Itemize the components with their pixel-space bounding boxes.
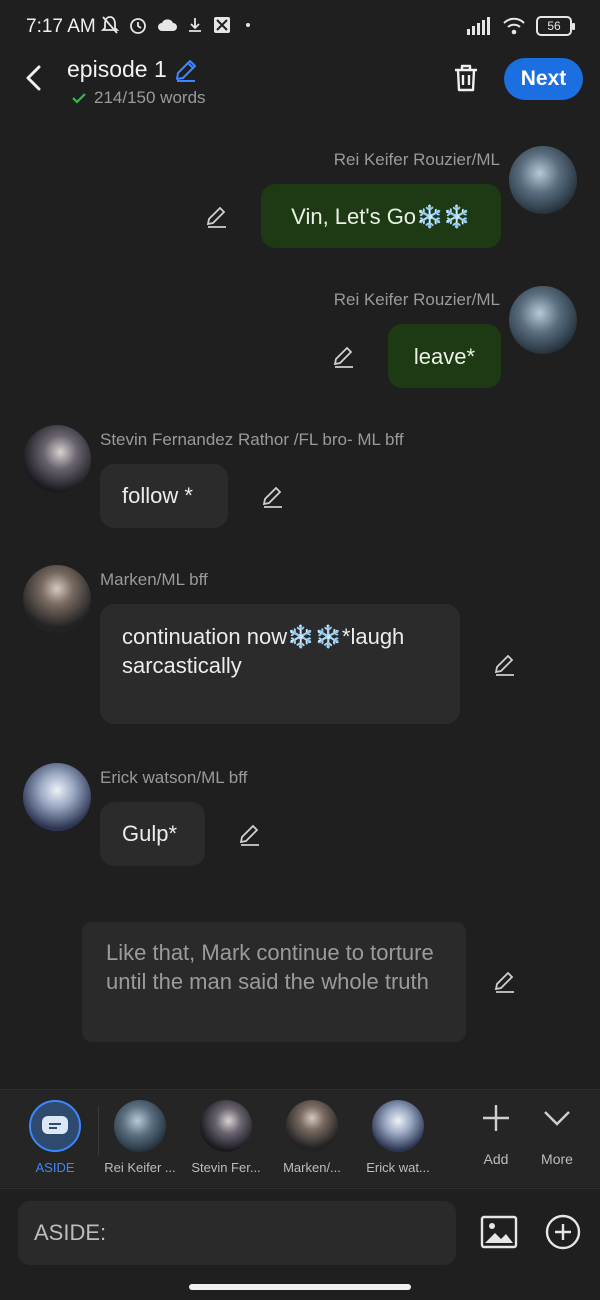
avatar	[372, 1100, 424, 1152]
chat-area: Rei Keifer Rouzier/ML Vin, Let's Go❄️❄️ …	[0, 114, 600, 1089]
chevron-down-icon	[544, 1111, 570, 1126]
status-bar: 7:17 AM 56	[0, 0, 600, 56]
speaker-name: Marken/ML bff	[100, 570, 208, 589]
speaker-name: Erick watson/ML bff	[100, 768, 248, 787]
character-aside[interactable]: ASIDE	[10, 1100, 100, 1175]
image-icon[interactable]	[480, 1213, 518, 1251]
avatar[interactable]	[509, 146, 577, 214]
edit-pencil-icon[interactable]	[237, 822, 263, 848]
back-button[interactable]	[20, 62, 48, 94]
more-button[interactable]: More	[532, 1102, 582, 1167]
message-bubble[interactable]: Gulp*	[100, 802, 205, 866]
cloud-icon	[158, 19, 177, 31]
message-bubble[interactable]: follow *	[100, 464, 228, 528]
download-icon	[189, 18, 201, 32]
character-selector: ASIDE Rei Keifer ... Stevin Fer... Marke…	[0, 1089, 600, 1187]
add-label: Add	[483, 1151, 509, 1167]
avatar[interactable]	[23, 763, 91, 831]
word-count-text: 214/150 words	[94, 88, 206, 107]
mute-icon	[100, 16, 120, 34]
signal-icon	[467, 17, 490, 35]
more-label: More	[541, 1151, 573, 1167]
composer: ASIDE:	[0, 1188, 600, 1280]
aside-icon	[29, 1100, 81, 1152]
speaker-name: Stevin Fernandez Rathor /FL bro- ML bff	[100, 430, 404, 449]
delete-button[interactable]	[451, 62, 481, 94]
dot-icon	[246, 23, 250, 27]
edit-pencil-icon[interactable]	[492, 652, 518, 678]
pencil-icon[interactable]	[173, 57, 199, 83]
character-erick[interactable]: Erick wat...	[353, 1100, 443, 1175]
status-time: 7:17 AM	[26, 16, 96, 37]
character-label: Stevin Fer...	[191, 1160, 261, 1175]
message-bubble[interactable]: Vin, Let's Go❄️❄️	[261, 184, 501, 248]
alarm-icon	[130, 18, 146, 34]
next-button[interactable]: Next	[504, 58, 583, 100]
battery-indicator: 56	[536, 16, 575, 36]
avatar	[286, 1100, 338, 1152]
character-marken[interactable]: Marken/...	[267, 1100, 357, 1175]
aside-narration[interactable]: Like that, Mark continue to torture unti…	[82, 922, 466, 1042]
character-rei[interactable]: Rei Keifer ...	[95, 1100, 185, 1175]
character-stevin[interactable]: Stevin Fer...	[181, 1100, 271, 1175]
plus-icon	[483, 1105, 509, 1131]
character-label: Rei Keifer ...	[104, 1160, 176, 1175]
character-label: ASIDE	[35, 1160, 75, 1175]
speaker-name: Rei Keifer Rouzier/ML	[333, 150, 500, 169]
app-notification-icon	[214, 17, 230, 33]
edit-pencil-icon[interactable]	[331, 344, 357, 370]
checkmark-icon	[72, 93, 86, 104]
wifi-icon	[503, 17, 525, 35]
episode-title-text: episode 1	[67, 56, 167, 82]
avatar	[114, 1100, 166, 1152]
message-bubble[interactable]: leave*	[388, 324, 501, 388]
message-input[interactable]: ASIDE:	[18, 1201, 456, 1265]
character-label: Erick wat...	[366, 1160, 430, 1175]
edit-pencil-icon[interactable]	[492, 969, 518, 995]
avatar	[200, 1100, 252, 1152]
edit-pencil-icon[interactable]	[204, 204, 230, 230]
episode-title[interactable]: episode 1	[67, 56, 199, 83]
avatar[interactable]	[23, 565, 91, 633]
edit-pencil-icon[interactable]	[260, 484, 286, 510]
add-character-button[interactable]: Add	[471, 1102, 521, 1167]
home-indicator[interactable]	[189, 1284, 411, 1290]
character-label: Marken/...	[283, 1160, 341, 1175]
message-bubble[interactable]: continuation now❄️❄️*laugh sarcastically	[100, 604, 460, 724]
speaker-name: Rei Keifer Rouzier/ML	[333, 290, 500, 309]
add-circle-icon[interactable]	[544, 1213, 582, 1251]
avatar[interactable]	[509, 286, 577, 354]
word-count: 214/150 words	[72, 88, 206, 108]
editor-header: episode 1 214/150 words Next	[0, 50, 600, 114]
avatar[interactable]	[23, 425, 91, 493]
